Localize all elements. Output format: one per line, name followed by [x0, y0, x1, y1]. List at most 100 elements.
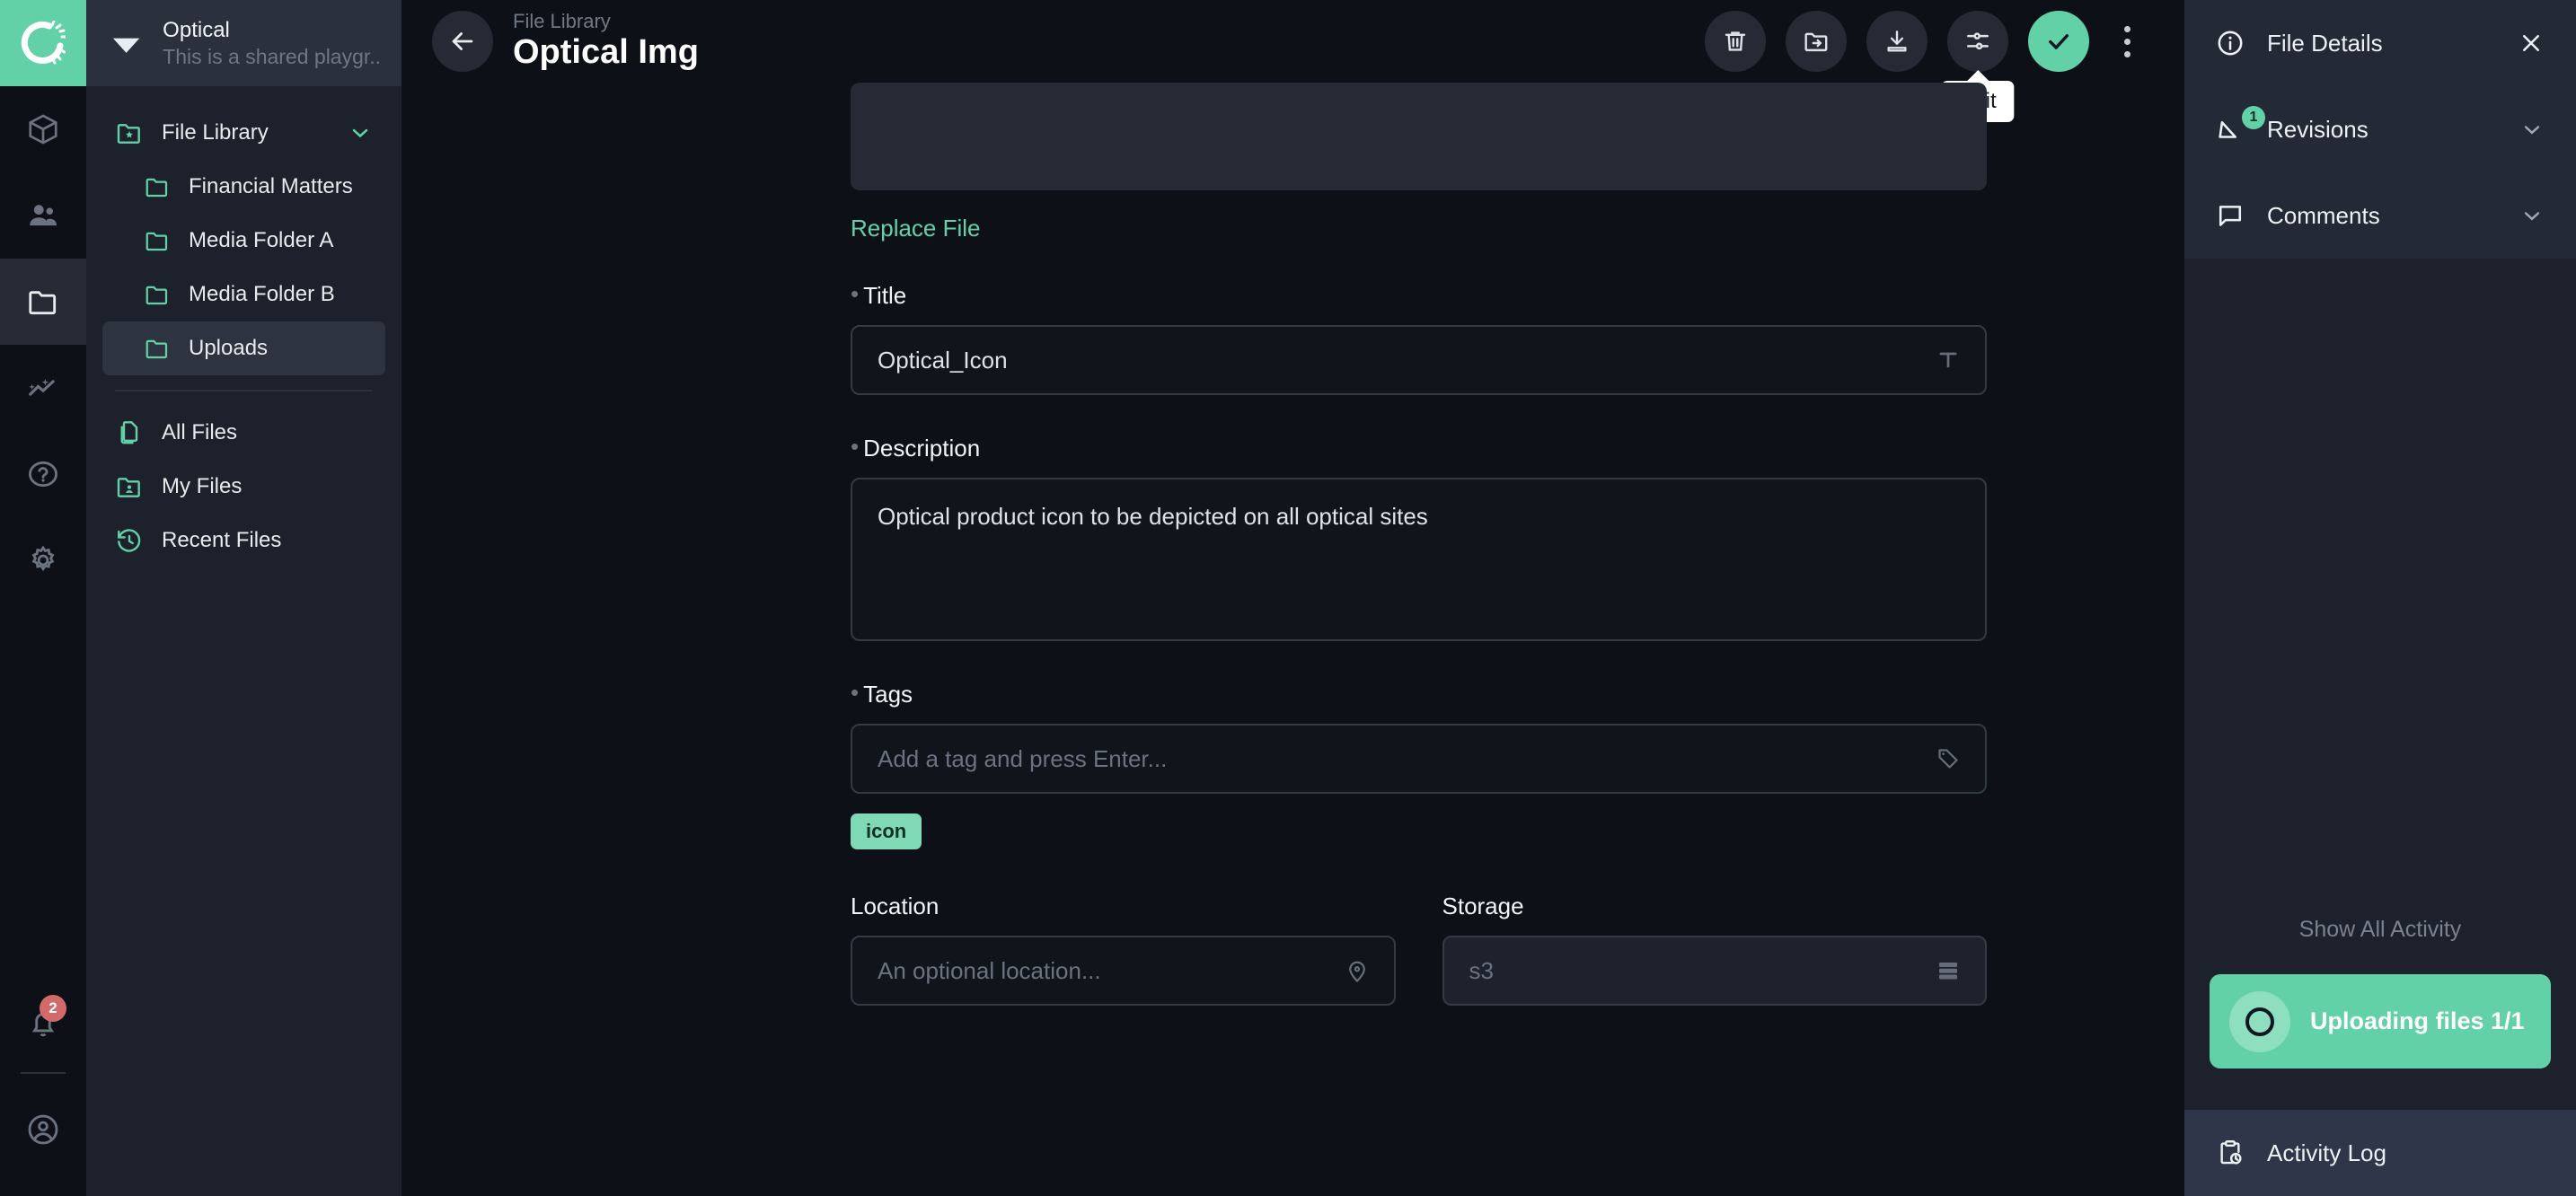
folder-move-icon — [1802, 27, 1831, 56]
files-copy-icon — [115, 418, 144, 447]
storage-label: Storage — [1442, 893, 1988, 920]
check-icon — [2043, 26, 2074, 57]
header-actions: Edit — [1705, 11, 2145, 72]
title-input[interactable]: Optical_Icon — [851, 325, 1987, 395]
sidebar-item-my-files[interactable]: My Files — [102, 460, 385, 514]
clipboard-clock-icon — [2215, 1138, 2245, 1168]
sidebar-folder-label: Financial Matters — [189, 174, 373, 199]
rail-divider — [21, 1072, 66, 1074]
workspace-text: Optical This is a shared playgr... — [163, 17, 382, 70]
sidebar-folder-uploads[interactable]: Uploads — [102, 321, 385, 375]
rail-item-insights[interactable] — [0, 345, 86, 431]
folder-sidebar: Optical This is a shared playgr... File … — [86, 0, 401, 1196]
workspace-header[interactable]: Optical This is a shared playgr... — [86, 0, 401, 86]
page-title-block: File Library Optical Img — [513, 10, 699, 74]
text-format-icon-glyph — [1935, 347, 1962, 374]
workspace-subtitle: This is a shared playgr... — [163, 44, 382, 70]
delete-button[interactable] — [1705, 11, 1766, 72]
sidebar-folder-media-folder-b[interactable]: Media Folder B — [102, 268, 385, 321]
sidebar-link-label: All Files — [162, 420, 373, 445]
loading-ring-logo-icon — [21, 21, 66, 66]
map-pin-icon — [1344, 957, 1371, 984]
upload-spinner — [2229, 991, 2290, 1052]
more-options-button[interactable] — [2109, 11, 2145, 72]
sidebar-folder-label: Uploads — [189, 336, 373, 361]
show-all-activity-link[interactable]: Show All Activity — [2184, 917, 2576, 943]
details-panel-body: Show All Activity Uploading files 1/1 — [2184, 259, 2576, 1110]
chevron-down-icon[interactable] — [2519, 202, 2545, 229]
rail-item-users[interactable] — [0, 172, 86, 259]
upload-status-card[interactable]: Uploading files 1/1 — [2210, 974, 2551, 1068]
rail-item-settings[interactable] — [0, 517, 86, 603]
main-content: File Library Optical Img — [401, 0, 2184, 1196]
tags-field-group: • Tags Add a tag and press Enter... icon — [851, 681, 1987, 849]
folder-icon — [26, 285, 60, 319]
storage-field-group: Storage s3 — [1442, 893, 1988, 1006]
sidebar-folder-financial-matters[interactable]: Financial Matters — [102, 160, 385, 214]
sidebar-item-all-files[interactable]: All Files — [102, 406, 385, 460]
app-logo[interactable] — [0, 0, 86, 86]
edit-button[interactable] — [1947, 11, 2008, 72]
user-circle-icon — [25, 1112, 61, 1148]
rail-item-models[interactable] — [0, 86, 86, 172]
revisions-section-row[interactable]: 1 Revisions — [2215, 86, 2545, 172]
description-label: Description — [863, 435, 980, 462]
sidebar-body: File Library Financial Matters Media Fol… — [86, 86, 401, 567]
close-icon[interactable] — [2517, 29, 2545, 57]
location-placeholder: An optional location... — [878, 957, 1101, 985]
app-root: 2 Optical This is a shared playgr... — [0, 0, 2576, 1196]
file-details-title: File Details — [2267, 30, 2495, 57]
tags-placeholder: Add a tag and press Enter... — [878, 745, 1167, 773]
edit-button-wrapper: Edit — [1947, 11, 2008, 72]
sidebar-folder-label: Media Folder A — [189, 228, 373, 253]
page-title: Optical Img — [513, 32, 699, 74]
location-field-group: Location An optional location... — [851, 893, 1396, 1006]
notification-badge: 2 — [40, 995, 66, 1022]
upload-status-text: Uploading files 1/1 — [2310, 1007, 2525, 1035]
sidebar-link-label: Recent Files — [162, 528, 373, 553]
back-button[interactable] — [432, 11, 493, 72]
description-label-row: • Description — [851, 435, 1987, 462]
sidebar-folder-media-folder-a[interactable]: Media Folder A — [102, 214, 385, 268]
confirm-button[interactable] — [2028, 11, 2089, 72]
required-marker: • — [851, 282, 859, 305]
icon-rail: 2 — [0, 0, 86, 1196]
shield-icon — [110, 26, 143, 60]
replace-file-link[interactable]: Replace File — [851, 215, 981, 242]
folder-star-icon — [115, 119, 144, 147]
comments-section-row[interactable]: Comments — [2215, 172, 2545, 259]
activity-log-row[interactable]: Activity Log — [2184, 1110, 2576, 1196]
rail-item-help[interactable] — [0, 431, 86, 517]
comment-icon — [2215, 200, 2245, 231]
rail-item-files[interactable] — [0, 259, 86, 345]
download-button[interactable] — [1866, 11, 1928, 72]
description-textarea[interactable]: Optical product icon to be depicted on a… — [851, 478, 1987, 641]
tags-label-row: • Tags — [851, 681, 1987, 708]
people-icon — [26, 198, 60, 233]
workspace-name: Optical — [163, 17, 382, 44]
analytics-sparkle-icon — [26, 371, 60, 405]
tag-icon-glyph — [1935, 745, 1962, 772]
main-header: File Library Optical Img — [401, 0, 2184, 83]
move-button[interactable] — [1786, 11, 1847, 72]
user-avatar-button[interactable] — [0, 1086, 86, 1173]
kebab-dot — [2124, 39, 2130, 45]
chevron-down-icon[interactable] — [2519, 116, 2545, 143]
server-icon — [1935, 957, 1962, 984]
title-label-row: • Title — [851, 282, 1987, 310]
revisions-icon — [2215, 114, 2245, 145]
notifications-button[interactable]: 2 — [0, 988, 86, 1060]
tags-input[interactable]: Add a tag and press Enter... — [851, 724, 1987, 794]
file-preview-area[interactable] — [851, 83, 1987, 190]
tag-chip[interactable]: icon — [851, 813, 922, 849]
sidebar-item-recent-files[interactable]: Recent Files — [102, 514, 385, 567]
text-format-icon — [1935, 347, 1962, 374]
location-input[interactable]: An optional location... — [851, 936, 1396, 1006]
folder-user-icon — [115, 472, 144, 501]
chevron-down-icon[interactable] — [348, 120, 373, 145]
sidebar-item-file-library[interactable]: File Library — [102, 106, 385, 160]
description-field-group: • Description Optical product icon to be… — [851, 435, 1987, 641]
kebab-dot — [2124, 51, 2130, 57]
file-metadata-form: Replace File • Title Optical_Icon — [401, 83, 2184, 1006]
folder-icon — [144, 335, 171, 362]
